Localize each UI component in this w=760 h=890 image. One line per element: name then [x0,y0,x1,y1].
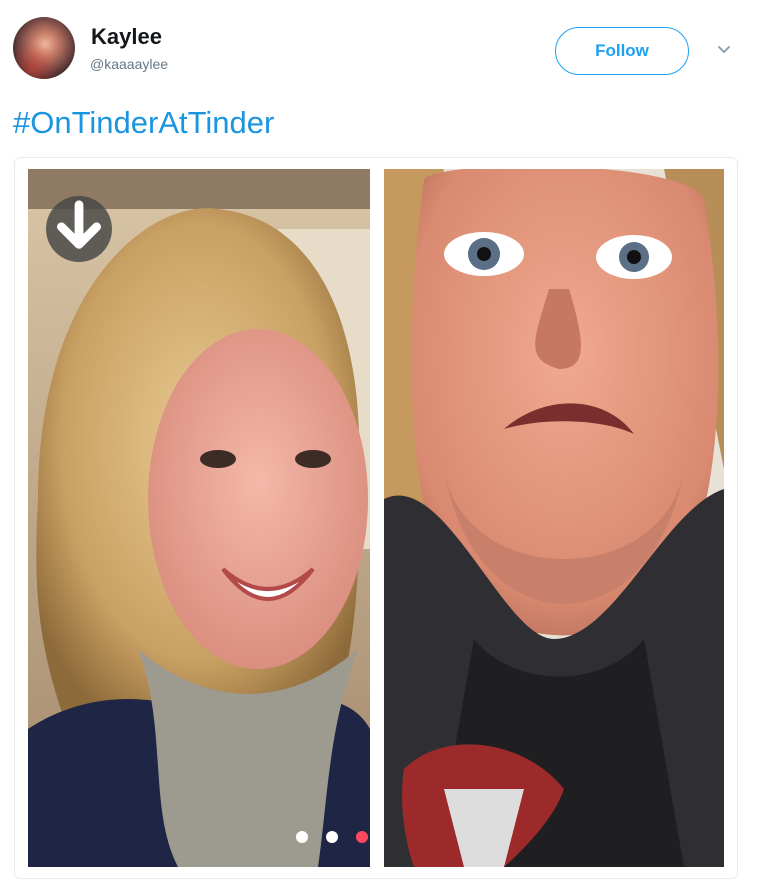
carousel-dot-active[interactable] [356,831,368,843]
author-handle[interactable]: @kaaaaylee [90,56,168,72]
media-attachment[interactable] [14,157,738,879]
carousel-dot[interactable] [326,831,338,843]
avatar[interactable] [13,17,75,79]
photo-funny-face[interactable] [384,169,724,867]
photo-smiling-illustration [28,169,370,867]
download-arrow-icon [57,200,101,249]
follow-button[interactable]: Follow [555,27,689,75]
tweet-hashtag[interactable]: #OnTinderAtTinder [13,105,274,141]
carousel-dots [296,831,368,843]
author-name[interactable]: Kaylee [91,24,162,50]
chevron-down-icon[interactable] [714,40,734,60]
photo-smiling[interactable] [28,169,370,867]
carousel-dot[interactable] [296,831,308,843]
photo-funny-face-illustration [384,169,724,867]
download-button[interactable] [46,196,112,262]
